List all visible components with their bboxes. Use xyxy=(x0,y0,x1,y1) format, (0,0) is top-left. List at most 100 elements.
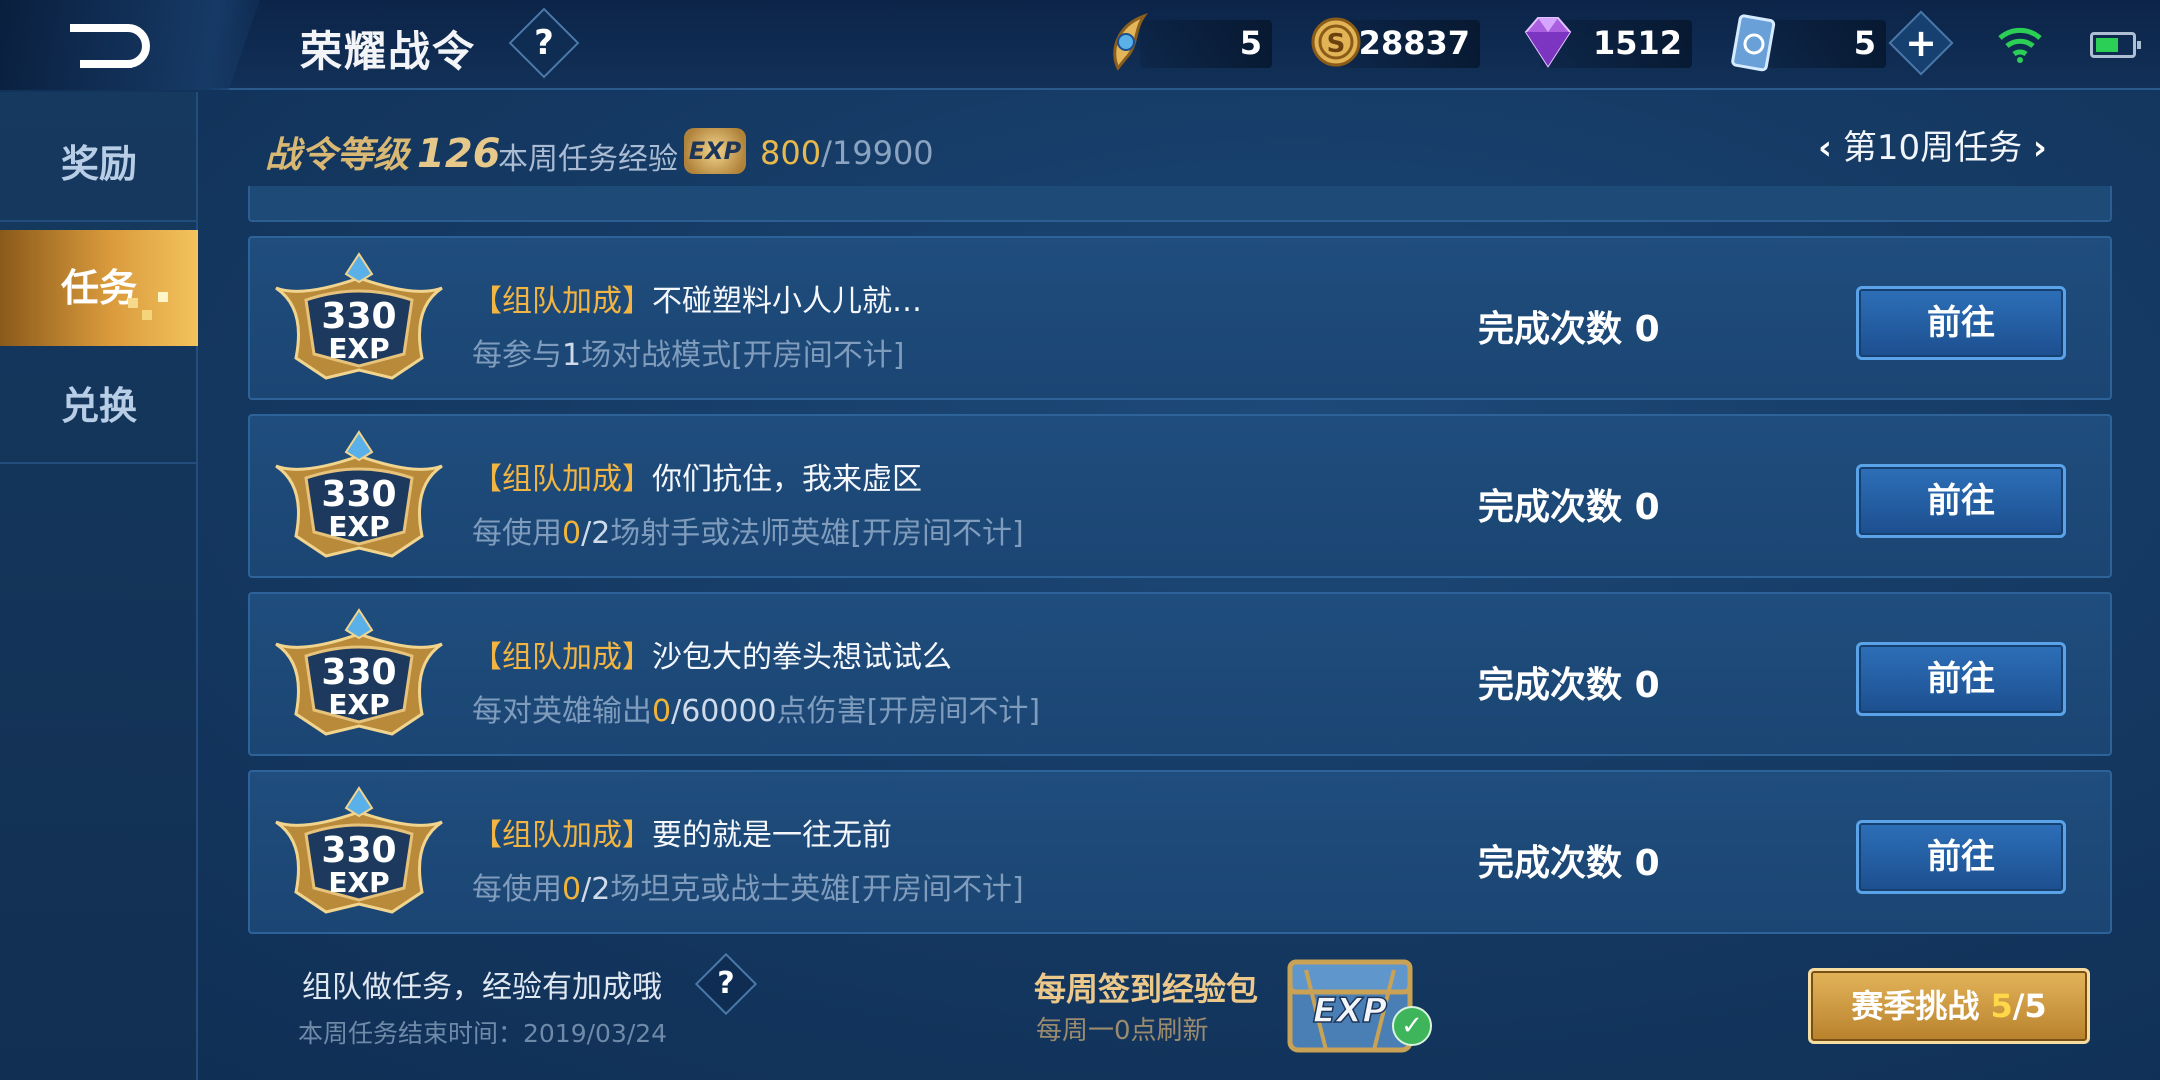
task-row: 330 EXP 【组队加成】你们抗住，我来虚区 每使用0/2场射手或法师英雄[开… xyxy=(248,414,2112,578)
task-exp-value: 330 xyxy=(321,296,396,337)
completion-label: 完成次数 xyxy=(1478,487,1623,528)
quill-token-value: 5 xyxy=(1239,24,1262,62)
task-description: 每使用0/2场坦克或战士英雄[开房间不计] xyxy=(472,864,1024,908)
task-row: 330 EXP 【组队加成】沙包大的拳头想试试么 每对英雄输出0/60000点伤… xyxy=(248,592,2112,756)
diamond-icon xyxy=(1524,17,1572,68)
sidebar-item-tasks[interactable]: 任务 xyxy=(0,230,198,346)
exp-badge-icon: 330 EXP xyxy=(275,430,443,558)
task-title-text: 你们抗住，我来虚区 xyxy=(652,462,922,497)
help-button[interactable]: ? xyxy=(508,7,580,79)
sidebar-item-rewards[interactable]: 奖励 xyxy=(0,106,198,222)
sidebar-item-exchange[interactable]: 兑换 xyxy=(0,348,198,464)
check-icon: ✓ xyxy=(1392,1006,1432,1046)
diamond-value: 1512 xyxy=(1592,24,1682,62)
exp-badge-icon: 330 EXP xyxy=(275,608,443,736)
sidebar: 奖励 任务 兑换 xyxy=(0,92,198,1080)
exp-separator: / xyxy=(821,134,832,172)
task-description-part: 场坦克或战士英雄[开房间不计] xyxy=(610,872,1024,907)
gold-coin-value: 28837 xyxy=(1358,24,1470,62)
completion-label: 完成次数 xyxy=(1478,665,1623,706)
task-exp-unit: EXP xyxy=(328,688,389,721)
quill-token-icon xyxy=(1113,12,1148,71)
exp-total: 19900 xyxy=(831,134,934,172)
task-exp-value: 330 xyxy=(321,830,396,871)
completion-value: 0 xyxy=(1634,309,1660,350)
completion-label: 完成次数 xyxy=(1478,309,1623,350)
task-description-part: /2 xyxy=(581,872,611,907)
task-title: 【组队加成】沙包大的拳头想试试么 xyxy=(472,632,952,676)
weekly-exp-pack-title: 每周签到经验包 xyxy=(1034,970,1259,1008)
task-title-text: 不碰塑料小人儿就… xyxy=(652,284,922,319)
season-challenge-button[interactable]: 赛季挑战 5/5 xyxy=(1808,968,2090,1044)
top-bar: 荣耀战令 ? 5 28837 S 1512 5 + xyxy=(0,0,2160,90)
task-description-part: 场射手或法师英雄[开房间不计] xyxy=(610,516,1024,551)
exp-badge-icon: 330 EXP xyxy=(275,252,443,380)
task-exp-value: 330 xyxy=(321,474,396,515)
back-arrow-icon xyxy=(70,24,150,68)
svg-text:EXP: EXP xyxy=(1313,991,1387,1031)
footer-help-button[interactable]: ? xyxy=(694,952,758,1016)
add-ticket-button[interactable]: + xyxy=(1888,10,1954,76)
back-button[interactable] xyxy=(0,0,260,90)
task-title: 【组队加成】要的就是一往无前 xyxy=(472,810,892,854)
pass-level-label: 战令等级 xyxy=(265,135,410,176)
go-button[interactable]: 前往 xyxy=(1856,464,2066,538)
week-label: 第10周任务 xyxy=(1842,128,2023,168)
task-description: 每参与1场对战模式[开房间不计] xyxy=(472,330,905,374)
season-challenge-progress: 5 xyxy=(1990,987,2013,1025)
task-description-part: 点伤害[开房间不计] xyxy=(776,694,1041,729)
task-tag: 【组队加成】 xyxy=(472,462,652,497)
task-description: 每使用0/2场射手或法师英雄[开房间不计] xyxy=(472,508,1024,552)
task-description-part: 0 xyxy=(652,694,672,729)
go-button[interactable]: 前往 xyxy=(1856,286,2066,360)
page-title: 荣耀战令 xyxy=(300,27,477,76)
task-exp-unit: EXP xyxy=(328,510,389,543)
exp-icon: EXP xyxy=(684,128,746,174)
quill-token-counter: 5 xyxy=(1140,20,1272,68)
task-row: 330 EXP 【组队加成】不碰塑料小人儿就… 每参与1场对战模式[开房间不计]… xyxy=(248,236,2112,400)
task-exp-unit: EXP xyxy=(328,332,389,365)
task-description-part: 1 xyxy=(562,338,582,373)
pass-level-value: 126 xyxy=(417,131,501,177)
completion-value: 0 xyxy=(1634,665,1660,706)
week-navigator: ‹ 第10周任务 › xyxy=(1818,120,2047,170)
question-icon: ? xyxy=(717,966,735,1001)
task-description-part: 每使用 xyxy=(472,516,562,551)
battery-icon xyxy=(2090,32,2141,58)
task-title: 【组队加成】你们抗住，我来虚区 xyxy=(472,454,922,498)
pass-level: 战令等级 126 xyxy=(265,126,501,178)
task-title-text: 要的就是一往无前 xyxy=(652,818,892,853)
question-icon: ? xyxy=(534,23,554,63)
task-title-text: 沙包大的拳头想试试么 xyxy=(652,640,952,675)
task-description-part: 每使用 xyxy=(472,872,562,907)
task-tag: 【组队加成】 xyxy=(472,818,652,853)
task-description-part: 0 xyxy=(562,872,582,907)
exp-badge-icon: 330 EXP xyxy=(275,786,443,914)
week-end-time: 本周任务结束时间：2019/03/24 xyxy=(298,1019,668,1048)
weekly-exp-progress: 800/19900 xyxy=(760,134,934,172)
task-row-partial xyxy=(248,186,2112,222)
completion-value: 0 xyxy=(1634,843,1660,884)
task-description-part: 每参与 xyxy=(472,338,562,373)
task-description: 每对英雄输出0/60000点伤害[开房间不计] xyxy=(472,686,1040,730)
task-completion-count: 完成次数 0 xyxy=(1478,834,1660,886)
gold-coin-icon: S xyxy=(1311,17,1361,67)
season-challenge-label: 赛季挑战 xyxy=(1851,987,1991,1025)
go-button[interactable]: 前往 xyxy=(1856,642,2066,716)
plus-icon: + xyxy=(1905,21,1937,65)
exp-current: 800 xyxy=(760,134,822,172)
task-exp-unit: EXP xyxy=(328,866,389,899)
weekly-exp-pack-refresh: 每周一0点刷新 xyxy=(1036,1016,1209,1046)
task-description-part: 0 xyxy=(562,516,582,551)
task-completion-count: 完成次数 0 xyxy=(1478,656,1660,708)
task-description-part: /2 xyxy=(581,516,611,551)
chevron-right-icon[interactable]: › xyxy=(2033,128,2047,168)
go-button[interactable]: 前往 xyxy=(1856,820,2066,894)
completion-value: 0 xyxy=(1634,487,1660,528)
weekly-exp-label: 本周任务经验 xyxy=(498,142,678,177)
task-description-part: 场对战模式[开房间不计] xyxy=(581,338,905,373)
task-exp-value: 330 xyxy=(321,652,396,693)
task-tag: 【组队加成】 xyxy=(472,640,652,675)
team-bonus-tip: 组队做任务，经验有加成哦 xyxy=(302,970,662,1005)
chevron-left-icon[interactable]: ‹ xyxy=(1818,128,1832,168)
